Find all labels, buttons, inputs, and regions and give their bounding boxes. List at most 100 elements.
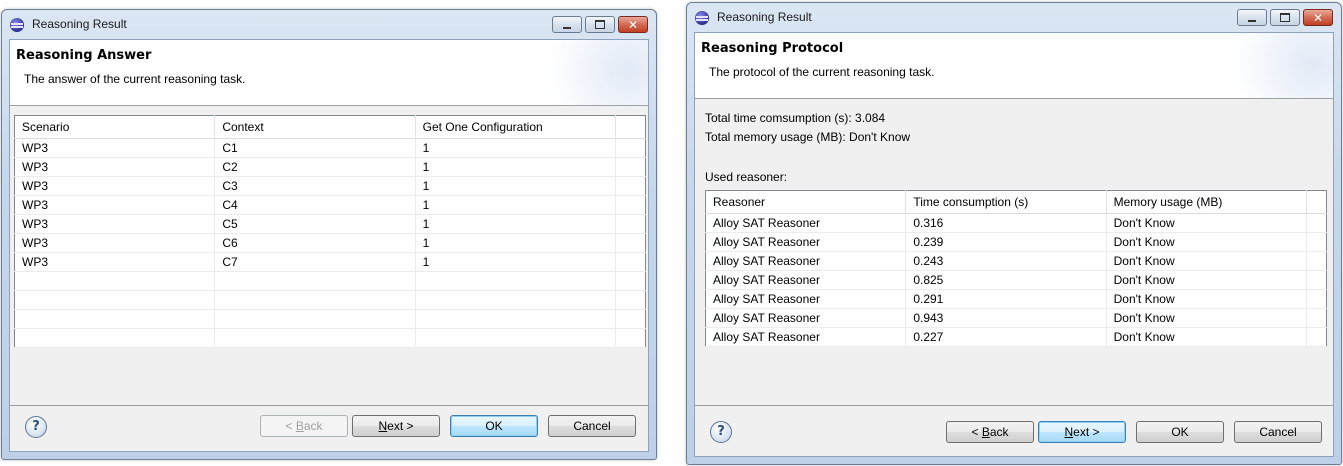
table-cell-filler	[1306, 270, 1327, 290]
table-cell	[615, 328, 646, 348]
table-row[interactable]: WP3 C2 1	[14, 157, 646, 177]
cancel-button[interactable]: Cancel	[548, 415, 636, 437]
table-cell	[615, 271, 646, 291]
title-bar[interactable]: Reasoning Result ✕	[2, 10, 656, 40]
table-row[interactable]: WP3 C4 1	[14, 195, 646, 215]
help-icon[interactable]: ?	[710, 421, 732, 443]
total-memory-text: Total memory usage (MB): Don't Know	[705, 130, 911, 144]
table-cell: C1	[214, 138, 416, 158]
reasoning-answer-dialog: Reasoning Result ✕ Reasoning Answer The …	[1, 9, 657, 460]
table-cell: Don't Know	[1106, 327, 1307, 347]
answer-table[interactable]: Scenario Context Get One Configuration W…	[14, 115, 646, 348]
footer-separator	[695, 405, 1333, 406]
table-cell	[14, 328, 216, 348]
table-row[interactable]: Alloy SAT Reasoner 0.291 Don't Know	[705, 289, 1327, 309]
table-cell-filler	[1306, 213, 1327, 233]
empty-table-row	[14, 309, 646, 329]
cancel-button[interactable]: Cancel	[1234, 421, 1322, 443]
table-cell	[214, 309, 416, 329]
table-row[interactable]: Alloy SAT Reasoner 0.243 Don't Know	[705, 251, 1327, 271]
empty-table-row	[14, 290, 646, 310]
table-row[interactable]: Alloy SAT Reasoner 0.227 Don't Know	[705, 327, 1327, 347]
table-cell	[615, 290, 646, 310]
table-row[interactable]: WP3 C7 1	[14, 252, 646, 272]
eclipse-icon	[10, 18, 24, 32]
maximize-button[interactable]	[585, 16, 615, 33]
next-button[interactable]: Next >	[352, 415, 440, 437]
page-title: Reasoning Answer	[16, 48, 152, 63]
table-cell: 0.825	[905, 270, 1107, 290]
table-cell: C3	[214, 176, 416, 196]
table-row[interactable]: WP3 C1 1	[14, 138, 646, 158]
ok-button[interactable]: OK	[450, 415, 538, 437]
minimize-icon	[563, 26, 571, 29]
table-cell: WP3	[14, 214, 216, 234]
footer-separator	[10, 405, 648, 406]
help-icon[interactable]: ?	[25, 416, 47, 438]
minimize-button[interactable]	[552, 16, 582, 33]
column-header-get-one-configuration[interactable]: Get One Configuration	[415, 115, 616, 139]
table-cell-filler	[615, 214, 646, 234]
table-row[interactable]: Alloy SAT Reasoner 0.239 Don't Know	[705, 232, 1327, 252]
minimize-icon	[1248, 19, 1256, 22]
table-cell-filler	[615, 252, 646, 272]
table-cell: WP3	[14, 176, 216, 196]
ok-button[interactable]: OK	[1136, 421, 1224, 443]
next-button[interactable]: Next >	[1038, 421, 1126, 443]
table-cell: 0.316	[905, 213, 1107, 233]
column-header-reasoner[interactable]: Reasoner	[705, 190, 907, 214]
reasoning-protocol-dialog: Reasoning Result ✕ Reasoning Protocol Th…	[686, 2, 1342, 465]
table-cell-filler	[615, 138, 646, 158]
column-header-context[interactable]: Context	[214, 115, 416, 139]
reasoner-table[interactable]: Reasoner Time consumption (s) Memory usa…	[705, 190, 1327, 347]
table-row[interactable]: WP3 C6 1	[14, 233, 646, 253]
column-header-time-consumption[interactable]: Time consumption (s)	[905, 190, 1107, 214]
window-title: Reasoning Result	[32, 17, 127, 31]
table-row[interactable]: WP3 C3 1	[14, 176, 646, 196]
table-cell-filler	[1306, 251, 1327, 271]
table-cell: 1	[415, 252, 616, 272]
table-cell: Don't Know	[1106, 270, 1307, 290]
maximize-button[interactable]	[1270, 9, 1300, 26]
table-cell: Alloy SAT Reasoner	[705, 232, 907, 252]
column-header-memory-usage[interactable]: Memory usage (MB)	[1106, 190, 1307, 214]
table-cell-filler	[1306, 232, 1327, 252]
table-row[interactable]: WP3 C5 1	[14, 214, 646, 234]
table-cell: C5	[214, 214, 416, 234]
close-button[interactable]: ✕	[618, 16, 648, 33]
table-cell: 1	[415, 214, 616, 234]
table-cell	[415, 328, 616, 348]
title-bar[interactable]: Reasoning Result ✕	[687, 3, 1341, 33]
table-cell: 1	[415, 138, 616, 158]
table-row[interactable]: Alloy SAT Reasoner 0.825 Don't Know	[705, 270, 1327, 290]
table-cell: 1	[415, 195, 616, 215]
column-header-scenario[interactable]: Scenario	[14, 115, 216, 139]
table-cell-filler	[1306, 289, 1327, 309]
table-cell: C4	[214, 195, 416, 215]
table-cell: Alloy SAT Reasoner	[705, 289, 907, 309]
table-row[interactable]: Alloy SAT Reasoner 0.943 Don't Know	[705, 308, 1327, 328]
table-cell: Alloy SAT Reasoner	[705, 327, 907, 347]
total-time-text: Total time comsumption (s): 3.084	[705, 111, 886, 125]
wizard-header: Reasoning Answer The answer of the curre…	[10, 40, 648, 106]
dialog-client-area: Reasoning Answer The answer of the curre…	[9, 39, 649, 452]
back-button[interactable]: < Back	[946, 421, 1034, 443]
minimize-button[interactable]	[1237, 9, 1267, 26]
table-cell-filler	[615, 233, 646, 253]
table-cell	[415, 271, 616, 291]
table-row[interactable]: Alloy SAT Reasoner 0.316 Don't Know	[705, 213, 1327, 233]
table-cell: WP3	[14, 138, 216, 158]
back-button[interactable]: < Back	[260, 415, 348, 437]
table-header-row: Reasoner Time consumption (s) Memory usa…	[705, 190, 1327, 214]
wizard-header: Reasoning Protocol The protocol of the c…	[695, 33, 1333, 99]
eclipse-icon	[695, 11, 709, 25]
close-icon: ✕	[1312, 10, 1324, 25]
table-cell	[14, 271, 216, 291]
table-cell	[615, 309, 646, 329]
table-cell: 1	[415, 157, 616, 177]
close-button[interactable]: ✕	[1303, 9, 1333, 26]
empty-table-row	[14, 328, 646, 348]
table-cell: C2	[214, 157, 416, 177]
table-cell: 0.239	[905, 232, 1107, 252]
maximize-icon	[1280, 13, 1290, 22]
